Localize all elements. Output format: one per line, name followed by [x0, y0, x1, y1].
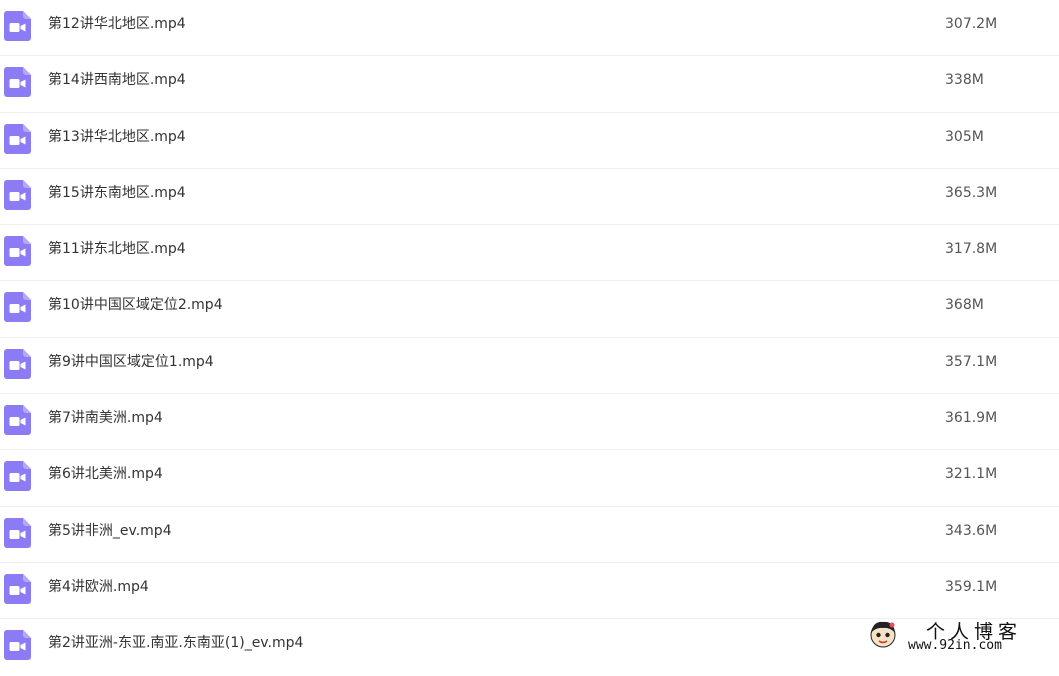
file-size: 343.6M	[945, 522, 998, 539]
file-size: 338M	[945, 72, 984, 89]
file-name[interactable]: 第11讲东北地区.mp4	[48, 239, 186, 259]
video-file-icon	[4, 348, 31, 379]
file-row[interactable]: 第4讲欧洲.mp4 359.1M	[0, 563, 1059, 620]
file-name[interactable]: 第9讲中国区域定位1.mp4	[48, 352, 214, 372]
file-size: 305M	[945, 128, 984, 145]
video-file-icon	[4, 236, 31, 267]
file-size: 368M	[945, 297, 984, 314]
video-file-icon	[4, 67, 31, 98]
file-name[interactable]: 第7讲南美洲.mp4	[48, 408, 163, 428]
file-name[interactable]: 第14讲西南地区.mp4	[48, 70, 186, 90]
file-row[interactable]: 第5讲非洲_ev.mp4 343.6M	[0, 507, 1059, 563]
file-size: 357.1M	[945, 353, 998, 370]
file-name[interactable]: 第15讲东南地区.mp4	[48, 183, 186, 203]
file-size: 359.1M	[945, 578, 998, 595]
video-file-icon	[4, 573, 31, 604]
blog-watermark: 个人博客 www.92in.com	[868, 617, 1054, 655]
file-name[interactable]: 第12讲华北地区.mp4	[48, 14, 186, 34]
video-file-icon	[4, 630, 31, 661]
file-row[interactable]: 第7讲南美洲.mp4 361.9M	[0, 394, 1059, 451]
file-size: 365.3M	[945, 184, 998, 201]
video-file-icon	[4, 123, 31, 154]
file-name[interactable]: 第4讲欧洲.mp4	[48, 577, 149, 597]
watermark-url: www.92in.com	[908, 638, 1002, 653]
file-size: 307.2M	[945, 16, 998, 32]
file-row[interactable]: 第13讲华北地区.mp4 305M	[0, 113, 1059, 169]
file-row[interactable]: 第10讲中国区域定位2.mp4 368M	[0, 281, 1059, 338]
file-row[interactable]: 第11讲东北地区.mp4 317.8M	[0, 225, 1059, 282]
file-name[interactable]: 第2讲亚洲-东亚.南亚.东南亚(1)_ev.mp4	[48, 633, 303, 653]
file-row[interactable]: 第14讲西南地区.mp4 338M	[0, 56, 1059, 113]
file-row[interactable]: 第15讲东南地区.mp4 365.3M	[0, 169, 1059, 226]
video-file-icon	[4, 461, 31, 492]
file-size: 361.9M	[945, 410, 998, 427]
file-list: 第12讲华北地区.mp4 307.2M 第14讲西南地区.mp4 338M 第1…	[0, 0, 1059, 676]
file-size: 321.1M	[945, 466, 998, 483]
video-file-icon	[4, 11, 31, 41]
video-file-icon	[4, 517, 31, 548]
video-file-icon	[4, 179, 31, 210]
file-name[interactable]: 第5讲非洲_ev.mp4	[48, 521, 172, 541]
file-name[interactable]: 第13讲华北地区.mp4	[48, 127, 186, 147]
cartoon-avatar-icon	[870, 621, 896, 648]
file-size: 317.8M	[945, 241, 998, 258]
file-row[interactable]: 第9讲中国区域定位1.mp4 357.1M	[0, 338, 1059, 395]
file-row[interactable]: 第6讲北美洲.mp4 321.1M	[0, 450, 1059, 507]
video-file-icon	[4, 405, 31, 436]
file-row[interactable]: 第12讲华北地区.mp4 307.2M	[0, 0, 1059, 57]
video-file-icon	[4, 292, 31, 323]
file-name[interactable]: 第6讲北美洲.mp4	[48, 464, 163, 484]
file-name[interactable]: 第10讲中国区域定位2.mp4	[48, 295, 223, 315]
